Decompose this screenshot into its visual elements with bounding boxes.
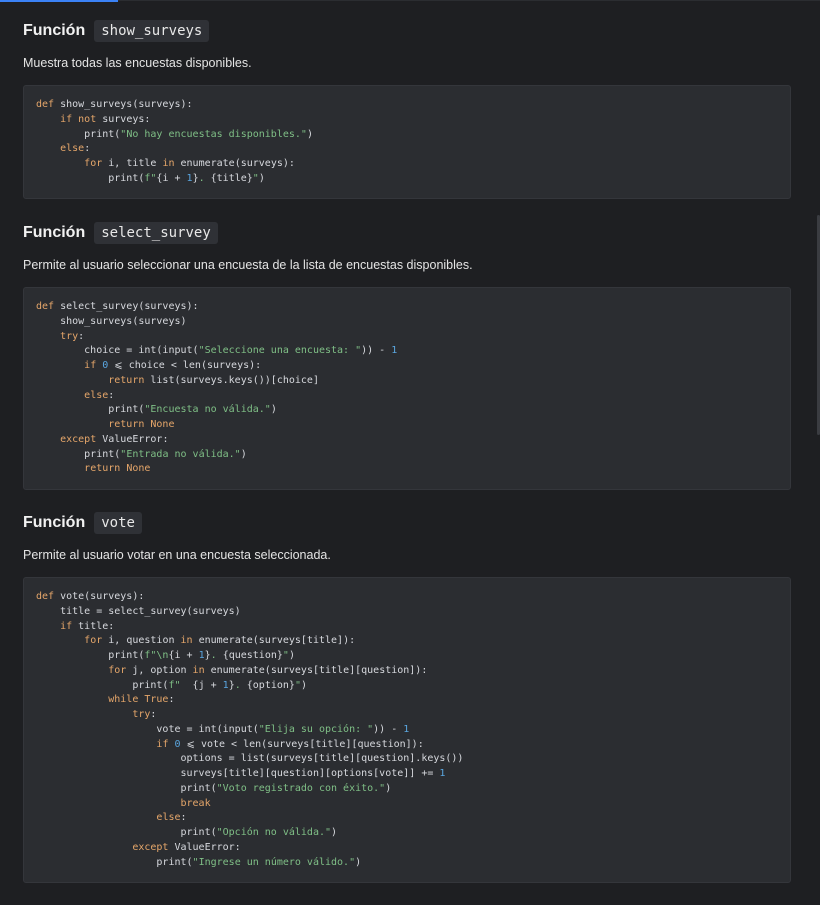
function-name: select_survey xyxy=(94,222,218,244)
heading-prefix: Función xyxy=(23,22,86,39)
code-line: print("Voto registrado con éxito.") xyxy=(36,782,392,794)
code-line: def vote(surveys): xyxy=(36,591,145,602)
code-line: print("No hay encuestas disponibles.") xyxy=(36,128,313,140)
top-divider xyxy=(0,0,820,2)
section-heading: Función show_surveys xyxy=(23,18,791,44)
code-line: try: xyxy=(132,709,157,720)
section-select-survey: Función select_survey Permite al usuario… xyxy=(23,220,791,490)
heading-prefix: Función xyxy=(23,514,86,531)
code-line: while True: xyxy=(108,694,175,706)
code-line: print("Encuesta no válida.") xyxy=(36,404,277,416)
section-description: Permite al usuario votar en una encuesta… xyxy=(23,548,331,562)
code-block: def select_survey(surveys): show_surveys… xyxy=(23,287,791,490)
code-line: for j, option in enumerate(surveys[title… xyxy=(108,664,428,676)
code-line: return None xyxy=(108,419,175,430)
code-line: if 0 ⩽ vote < len(surveys[title][questio… xyxy=(156,738,424,750)
code-line: print("Ingrese un número válido.") xyxy=(36,856,362,868)
code-line: return None xyxy=(84,463,151,475)
code-line: vote = int(input("Elija su opción: ")) -… xyxy=(36,723,410,735)
code-line: def show_surveys(surveys): xyxy=(36,99,193,110)
code-line: else: xyxy=(84,389,115,401)
code-line: if title: xyxy=(60,620,115,632)
function-name: vote xyxy=(94,512,142,534)
code-line: print(f"\n{i + 1}. {question}") xyxy=(36,650,295,661)
code-line: return list(surveys.keys())[choice] xyxy=(108,374,319,386)
code-line: else: xyxy=(156,812,187,824)
code-line: if not surveys: xyxy=(60,113,151,125)
code-line: print(f"{i + 1}. {title}") xyxy=(36,172,265,184)
code-line: surveys[title][question][options[vote]] … xyxy=(36,768,446,779)
code-line: if 0 ⩽ choice < len(surveys): xyxy=(84,360,262,371)
code-text: def vote(surveys): title = select_survey… xyxy=(24,578,790,870)
code-text: def select_survey(surveys): show_surveys… xyxy=(24,288,790,477)
code-line: options = list(surveys[title][question].… xyxy=(36,753,464,765)
code-line: for i, question in enumerate(surveys[tit… xyxy=(84,635,356,647)
code-block: def show_surveys(surveys): if not survey… xyxy=(23,85,791,199)
section-heading: Función select_survey xyxy=(23,220,791,246)
code-line: print(f" {j + 1}. {option}") xyxy=(36,679,307,691)
section-description: Muestra todas las encuestas disponibles. xyxy=(23,56,252,70)
code-line: print("Entrada no válida.") xyxy=(36,448,247,460)
heading-prefix: Función xyxy=(23,224,86,241)
code-line: for i, title in enumerate(surveys): xyxy=(84,158,295,169)
progress-accent xyxy=(0,0,118,2)
code-block: def vote(surveys): title = select_survey… xyxy=(23,577,791,883)
function-name: show_surveys xyxy=(94,20,210,42)
code-line: except ValueError: xyxy=(60,433,169,445)
code-line: def select_survey(surveys): xyxy=(36,301,199,312)
code-text: def show_surveys(surveys): if not survey… xyxy=(24,86,790,187)
section-heading: Función vote xyxy=(23,510,791,536)
code-line: choice = int(input("Seleccione una encue… xyxy=(36,345,398,357)
section-vote: Función vote Permite al usuario votar en… xyxy=(23,510,791,883)
code-line: break xyxy=(180,797,211,809)
section-show-surveys: Función show_surveys Muestra todas las e… xyxy=(23,18,791,199)
code-line: print("Opción no válida.") xyxy=(36,827,338,838)
code-line: else: xyxy=(60,143,91,155)
section-description: Permite al usuario seleccionar una encue… xyxy=(23,258,473,272)
code-line: except ValueError: xyxy=(132,841,241,853)
code-line: show_surveys(surveys) xyxy=(36,315,187,327)
code-line: try: xyxy=(60,330,85,342)
code-line: title = select_survey(surveys) xyxy=(36,605,241,617)
